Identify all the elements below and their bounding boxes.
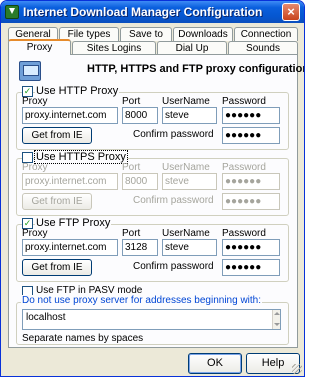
https-username-input[interactable]: steve [162, 173, 217, 190]
tab-sounds[interactable]: Sounds [228, 41, 298, 55]
tab-downloads[interactable]: Downloads [173, 27, 233, 41]
ok-button[interactable]: OK [188, 353, 242, 374]
http-port-label: Port [122, 96, 141, 107]
http-proxy-field-label: Proxy [22, 96, 48, 107]
http-proxy-label: Use HTTP Proxy [35, 85, 120, 97]
ftp-confirm-label: Confirm password [133, 261, 214, 272]
ftp-password-input[interactable]: ●●●●●● [222, 239, 280, 256]
https-password-label: Password [222, 162, 266, 173]
tab-sites-logins[interactable]: Sites Logins [72, 41, 156, 55]
ftp-proxy-field-label: Proxy [22, 228, 48, 239]
http-proxy-input[interactable]: proxy.internet.com [22, 107, 118, 124]
http-confirm-input[interactable]: ●●●●●● [222, 127, 280, 144]
http-username-input[interactable]: steve [162, 107, 217, 124]
https-username-label: UserName [162, 162, 210, 173]
https-proxy-label: Use HTTPS Proxy [34, 150, 128, 164]
https-get-from-ie-button[interactable]: Get from IE [22, 193, 92, 210]
https-confirm-label: Confirm password [133, 195, 214, 206]
close-button[interactable]: × [282, 3, 300, 21]
panel-title: HTTP, HTTPS and FTP proxy configuration [87, 63, 305, 75]
ftp-proxy-input[interactable]: proxy.internet.com [22, 239, 118, 256]
exclusions-scrollbar[interactable] [272, 310, 280, 329]
ftp-confirm-input[interactable]: ●●●●●● [222, 259, 280, 276]
ftp-username-label: UserName [162, 228, 210, 239]
http-port-input[interactable]: 8000 [122, 107, 158, 124]
https-proxy-input[interactable]: proxy.internet.com [22, 173, 118, 190]
scroll-up-icon[interactable] [274, 312, 280, 315]
tab-connection[interactable]: Connection [234, 27, 298, 41]
https-proxy-field-label: Proxy [22, 162, 48, 173]
ftp-port-input[interactable]: 3128 [122, 239, 158, 256]
resize-grip-icon[interactable] [292, 364, 302, 374]
idm-app-icon [5, 5, 19, 19]
https-confirm-input[interactable]: ●●●●●● [222, 193, 280, 210]
exclusions-label: Do not use proxy server for addresses be… [21, 295, 263, 306]
tab-dial-up[interactable]: Dial Up [157, 41, 227, 55]
window-title: Internet Download Manager Configuration [23, 5, 263, 19]
http-password-input[interactable]: ●●●●●● [222, 107, 280, 124]
title-bar[interactable]: Internet Download Manager Configuration … [1, 1, 304, 23]
ftp-username-input[interactable]: steve [162, 239, 217, 256]
http-get-from-ie-button[interactable]: Get from IE [22, 127, 92, 144]
http-username-label: UserName [162, 96, 210, 107]
proxy-panel: HTTP, HTTPS and FTP proxy configuration … [8, 54, 304, 348]
https-port-input[interactable]: 8000 [122, 173, 158, 190]
ftp-port-label: Port [122, 228, 141, 239]
http-confirm-label: Confirm password [133, 129, 214, 140]
network-computer-icon [19, 61, 41, 81]
exclusions-hint: Separate names by spaces [22, 333, 144, 344]
exclusions-textarea[interactable]: localhost [22, 309, 281, 330]
tab-save-to[interactable]: Save to [120, 27, 172, 41]
tab-proxy[interactable]: Proxy [8, 39, 71, 55]
scroll-down-icon[interactable] [274, 323, 280, 326]
https-port-label: Port [122, 162, 141, 173]
config-window: Internet Download Manager Configuration … [0, 0, 305, 377]
https-password-input[interactable]: ●●●●●● [222, 173, 280, 190]
ftp-password-label: Password [222, 228, 266, 239]
ftp-get-from-ie-button[interactable]: Get from IE [22, 259, 92, 276]
http-password-label: Password [222, 96, 266, 107]
